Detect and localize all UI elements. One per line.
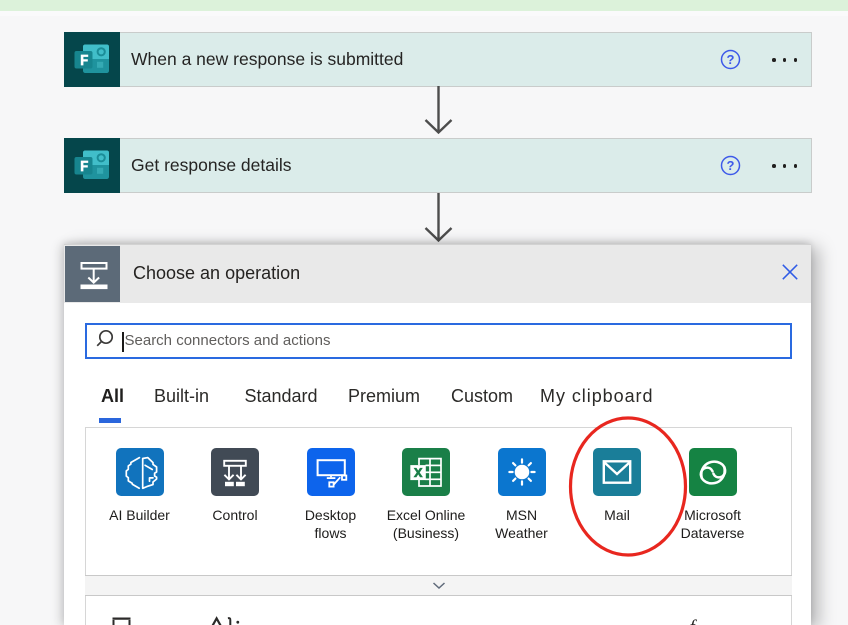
svg-text:?: ? bbox=[727, 158, 735, 173]
svg-text:?: ? bbox=[727, 52, 735, 67]
